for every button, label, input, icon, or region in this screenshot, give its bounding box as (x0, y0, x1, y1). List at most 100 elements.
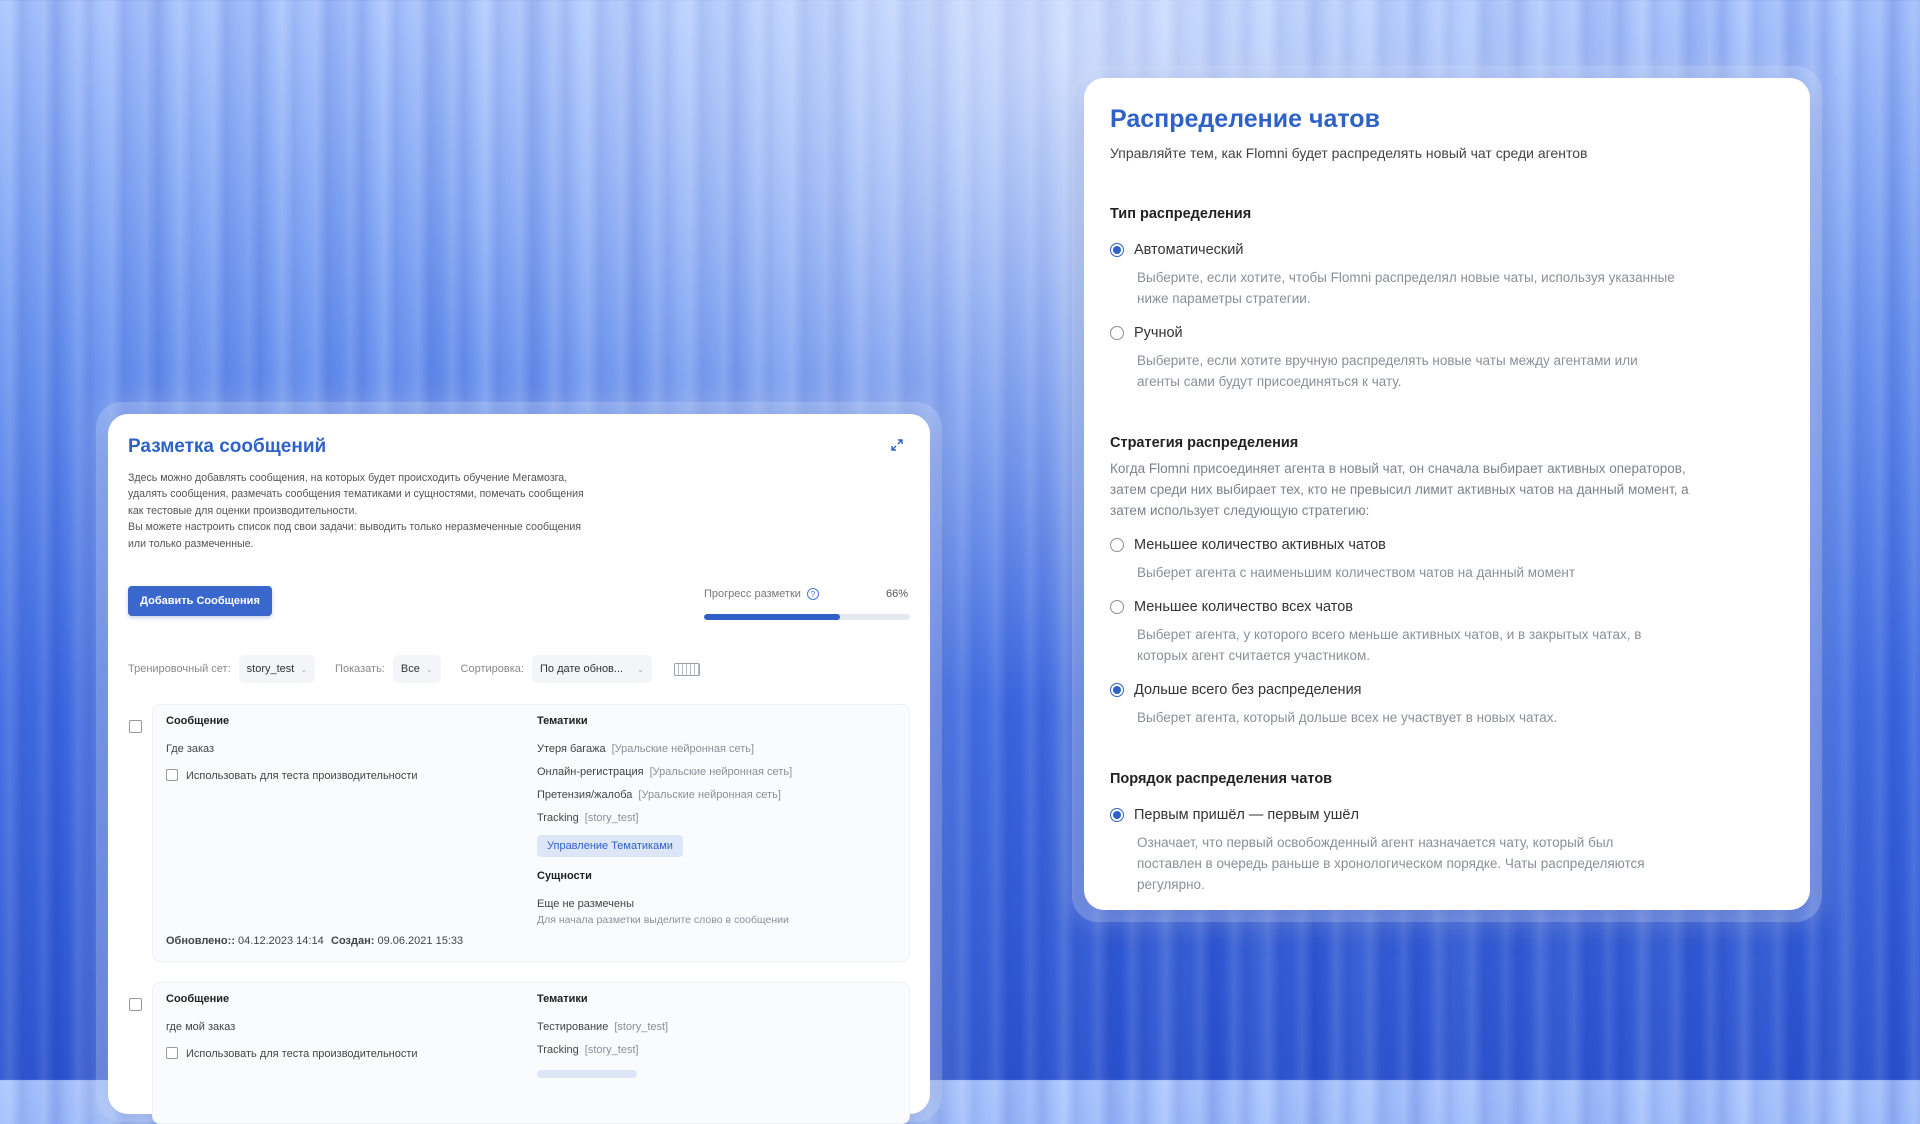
show-select[interactable]: Все ⌄ (392, 655, 441, 683)
sort-select[interactable]: По дате обнов... ⌄ (531, 655, 652, 683)
radio-button-automatic[interactable] (1110, 243, 1124, 257)
updated-value: 04.12.2023 14:14 (238, 935, 324, 947)
updated-label: Обновлено:: (166, 935, 235, 947)
topic-tag: [story_test] (584, 812, 639, 824)
created-info: Создан: 09.06.2021 15:33 (331, 935, 463, 947)
progress-label-text: Прогресс разметки (704, 588, 801, 600)
radio-label: Меньшее количество всех чатов (1134, 599, 1353, 615)
strategy-intro: Когда Flomni присоединяет агента в новый… (1110, 461, 1689, 518)
radio-option-fifo[interactable]: Первым пришёл — первым ушёл (1110, 806, 1710, 824)
perf-test-checkbox[interactable] (166, 1047, 178, 1059)
radio-button-manual[interactable] (1110, 326, 1124, 340)
radio-label: Меньшее количество активных чатов (1134, 537, 1386, 553)
expand-icon[interactable] (890, 438, 904, 452)
chevron-down-icon: ⌄ (425, 664, 433, 674)
radio-option-automatic[interactable]: Автоматический (1110, 241, 1710, 259)
row-select-checkbox[interactable] (129, 720, 142, 733)
radio-label: Первым пришёл — первым ушёл (1134, 807, 1359, 823)
entities-empty: Еще не размечены (537, 898, 634, 910)
progress-bar-fill (704, 614, 840, 620)
topic-item: Утеря багажа [Уральские нейронная сеть] (537, 743, 754, 755)
topic-tag: [story_test] (614, 1021, 669, 1033)
radio-button-fewest-total[interactable] (1110, 600, 1124, 614)
filters-bar: Тренировочный сет: story_test ⌄ Показать… (128, 654, 700, 684)
topic-item: Претензия/жалоба [Уральские нейронная сет… (537, 789, 781, 801)
radio-option-longest-idle[interactable]: Дольше всего без распределения (1110, 681, 1710, 699)
option-description: Выберет агента, у которого всего меньше … (1137, 627, 1642, 663)
radio-label: Автоматический (1134, 242, 1244, 258)
distribution-title: Распределение чатов (1110, 105, 1380, 133)
topic-item: Онлайн-регистрация [Уральские нейронная с… (537, 766, 792, 778)
manage-topics-button[interactable] (537, 1070, 637, 1078)
sort-label: Сортировка: (460, 663, 524, 675)
option-description: Выберет агента с наименьшим количеством … (1137, 565, 1576, 580)
option-description: Выберите, если хотите вручную распределя… (1137, 353, 1638, 389)
entities-header: Сущности (537, 870, 592, 882)
topic-tag: [story_test] (584, 1044, 639, 1056)
topic-name: Тестирование (537, 1021, 609, 1033)
manage-topics-button[interactable]: Управление Тематиками (537, 835, 683, 857)
topic-item: Tracking [story_test] (537, 1044, 639, 1056)
training-set-label: Тренировочный сет: (128, 663, 231, 675)
intro-line: Вы можете настроить список под свои зада… (128, 521, 582, 534)
topic-name: Претензия/жалоба (537, 789, 633, 801)
perf-test-label: Использовать для теста производительност… (186, 770, 418, 782)
message-markup-card: Разметка сообщений Здесь можно добавлять… (108, 414, 930, 1124)
distribution-settings-card: Распределение чатов Управляйте тем, как … (1084, 78, 1810, 910)
message-text[interactable]: где мой заказ (166, 1021, 235, 1033)
topic-item: Tracking [story_test] (537, 812, 639, 824)
topics-header: Тематики (537, 993, 588, 1005)
message-row: Сообщение Где заказ Использовать для тес… (152, 704, 910, 962)
option-description: Выберет агента, который дольше всех не у… (1137, 710, 1558, 725)
markup-intro: Здесь можно добавлять сообщения, на кото… (128, 470, 638, 552)
option-description: Означает, что первый освобожденный агент… (1137, 835, 1645, 892)
row-select-checkbox[interactable] (129, 998, 142, 1011)
created-label: Создан: (331, 935, 375, 947)
topic-tag: [Уральские нейронная сеть] (638, 789, 781, 801)
add-messages-button[interactable]: Добавить Сообщения (128, 586, 272, 616)
perf-test-option[interactable]: Использовать для теста производительност… (166, 1047, 418, 1060)
radio-button-fifo[interactable] (1110, 808, 1124, 822)
topic-name: Tracking (537, 812, 579, 824)
message-header: Сообщение (166, 993, 230, 1005)
show-label: Показать: (335, 663, 385, 675)
topic-item: Тестирование [story_test] (537, 1021, 668, 1033)
radio-button-longest-idle[interactable] (1110, 683, 1124, 697)
chevron-down-icon: ⌄ (300, 664, 308, 674)
select-value: story_test (246, 663, 295, 675)
keyboard-icon[interactable] (673, 662, 700, 676)
distribution-type-heading: Тип распределения (1110, 206, 1252, 222)
intro-line: удалять сообщения, размечать сообщения т… (128, 488, 584, 501)
topic-tag: [Уральские нейронная сеть] (649, 766, 793, 778)
updated-info: Обновлено:: 04.12.2023 14:14 (166, 935, 324, 947)
intro-line: как тестовые для оценки производительнос… (128, 504, 358, 517)
radio-label: Дольше всего без распределения (1134, 682, 1362, 698)
training-set-select[interactable]: story_test ⌄ (238, 655, 316, 683)
message-row: Сообщение где мой заказ Использовать для… (152, 982, 910, 1124)
distribution-order-heading: Порядок распределения чатов (1110, 771, 1333, 787)
chevron-down-icon: ⌄ (637, 664, 644, 674)
markup-title: Разметка сообщений (128, 436, 327, 457)
radio-option-manual[interactable]: Ручной (1110, 324, 1710, 342)
intro-line: или только размеченные. (128, 537, 254, 550)
perf-test-option[interactable]: Использовать для теста производительност… (166, 769, 418, 782)
topic-name: Онлайн-регистрация (537, 766, 644, 778)
topic-tag: [Уральские нейронная сеть] (611, 743, 755, 755)
radio-option-fewest-active[interactable]: Меньшее количество активных чатов (1110, 536, 1710, 554)
created-value: 09.06.2021 15:33 (377, 935, 464, 947)
topics-header: Тематики (537, 715, 588, 727)
help-icon[interactable]: ? (806, 588, 819, 600)
radio-option-fewest-total[interactable]: Меньшее количество всех чатов (1110, 598, 1710, 616)
intro-line: Здесь можно добавлять сообщения, на кото… (128, 472, 568, 484)
perf-test-label: Использовать для теста производительност… (186, 1048, 418, 1060)
progress-value: 66% (886, 588, 909, 600)
topic-name: Tracking (537, 1044, 579, 1056)
message-text[interactable]: Где заказ (166, 743, 214, 755)
option-description: Выберите, если хотите, чтобы Flomni расп… (1137, 270, 1675, 306)
radio-button-fewest-active[interactable] (1110, 538, 1124, 552)
perf-test-checkbox[interactable] (166, 769, 178, 781)
topic-name: Утеря багажа (537, 743, 606, 755)
distribution-strategy-heading: Стратегия распределения (1110, 435, 1299, 451)
distribution-subtitle: Управляйте тем, как Flomni будет распред… (1110, 145, 1588, 161)
entities-hint: Для начала разметки выделите слово в соо… (537, 914, 789, 926)
